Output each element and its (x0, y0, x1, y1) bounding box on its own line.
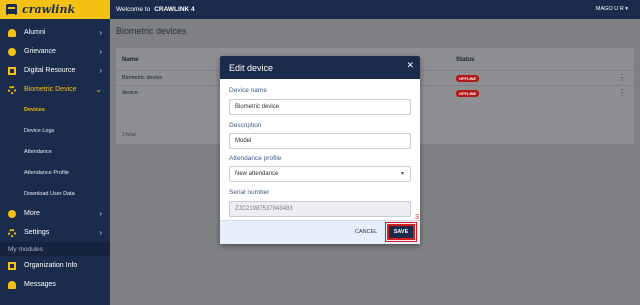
chevron-right-icon: › (99, 66, 102, 75)
attendance-profile-label: Attendance profile (229, 155, 282, 162)
section-heading-my-modules: My modules (0, 242, 110, 256)
sidebar-item-label: Organization Info (24, 262, 78, 269)
attendance-profile-value: New attendance (235, 171, 279, 177)
sidebar-item-settings[interactable]: Settings › (0, 223, 110, 242)
device-name-cell: Biometric device (122, 75, 163, 81)
device-name-label: Device name (229, 87, 267, 94)
more-vertical-icon[interactable]: ⋮ (618, 88, 626, 97)
more-icon (8, 209, 16, 218)
chevron-right-icon: › (99, 209, 102, 218)
digital-resource-icon (8, 66, 16, 75)
sidebar-item-label: More (24, 210, 40, 217)
sidebar-item-organization-info[interactable]: Organization Info (0, 256, 110, 275)
sidebar-item-biometric-device[interactable]: Biometric Device ⌄ (0, 80, 110, 99)
device-name-field[interactable]: Biometric device (229, 99, 411, 115)
top-bar: Welcome to CRAWLINK 4 MAGO U R ▾ (110, 0, 640, 19)
sidebar-item-label: Biometric Device (24, 86, 77, 93)
sidebar-item-digital-resource[interactable]: Digital Resource › (0, 61, 110, 80)
attendance-profile-select[interactable]: New attendance ▾ (229, 166, 411, 182)
logo-text: crawlink (22, 3, 76, 16)
app-logo[interactable]: crawlink (0, 0, 110, 19)
sidebar-item-more[interactable]: More › (0, 204, 110, 223)
page-title: Biometric devices (116, 26, 187, 36)
sidebar-subitem-device-logs[interactable]: Device Logs (0, 120, 110, 141)
biometric-device-icon (8, 85, 16, 94)
serial-number-label: Serial number (229, 189, 270, 196)
sidebar-item-label: Settings (24, 229, 50, 236)
status-badge: OFFLINE (456, 90, 480, 97)
sidebar-item-label: Alumni (24, 29, 46, 36)
chevron-right-icon: › (99, 47, 102, 56)
sidebar-subitem-attendance[interactable]: Attendance (0, 141, 110, 162)
sidebar-item-alumni[interactable]: Alumni › (0, 23, 110, 42)
user-menu[interactable]: MAGO U R ▾ (596, 6, 628, 12)
column-header-status: Status (456, 57, 475, 63)
sidebar: crawlink Alumni › Grievance › Digital Re… (0, 0, 110, 305)
step-number-annotation: 3 (415, 214, 419, 221)
caret-down-icon: ▾ (400, 171, 404, 177)
messages-icon (8, 280, 16, 289)
chevron-right-icon: › (99, 28, 102, 37)
description-field[interactable]: Model (229, 133, 411, 149)
logo-icon (6, 4, 17, 16)
welcome-text: Welcome to (116, 6, 151, 13)
description-label: Description (229, 122, 262, 129)
more-vertical-icon[interactable]: ⋮ (618, 73, 626, 82)
grievance-icon (8, 47, 16, 56)
sidebar-subitem-download-user-data[interactable]: Download User Data (0, 183, 110, 204)
dialog-header: Edit device ✕ (220, 56, 420, 79)
cancel-button[interactable]: CANCEL (355, 229, 377, 235)
chevron-right-icon: › (99, 228, 102, 237)
organization-icon (8, 261, 16, 270)
pagination-summary: 2 total (122, 132, 136, 138)
column-header-name: Name (122, 57, 139, 63)
save-button[interactable]: SAVE (385, 222, 417, 242)
sidebar-subitem-devices[interactable]: Devices (0, 99, 110, 120)
sidebar-item-grievance[interactable]: Grievance › (0, 42, 110, 61)
sidebar-item-label: Digital Resource (24, 67, 76, 74)
dialog-footer: CANCEL SAVE (220, 220, 420, 244)
settings-icon (8, 228, 16, 237)
sidebar-item-messages[interactable]: Messages (0, 275, 110, 294)
dialog-title: Edit device (229, 62, 274, 73)
device-name-cell: device (122, 90, 138, 96)
sidebar-subitem-attendance-profile[interactable]: Attendance Profile (0, 162, 110, 183)
edit-device-dialog: Edit device ✕ Device name Biometric devi… (220, 56, 420, 244)
serial-number-field: ZJC21987537843483 (229, 201, 411, 217)
alumni-icon (8, 28, 16, 37)
status-badge: OFFLINE (456, 75, 480, 82)
sidebar-item-label: Grievance (24, 48, 56, 55)
org-name: CRAWLINK 4 (154, 6, 195, 13)
sidebar-item-label: Messages (24, 281, 56, 288)
chevron-down-icon: ⌄ (95, 85, 102, 94)
close-icon[interactable]: ✕ (406, 60, 414, 71)
